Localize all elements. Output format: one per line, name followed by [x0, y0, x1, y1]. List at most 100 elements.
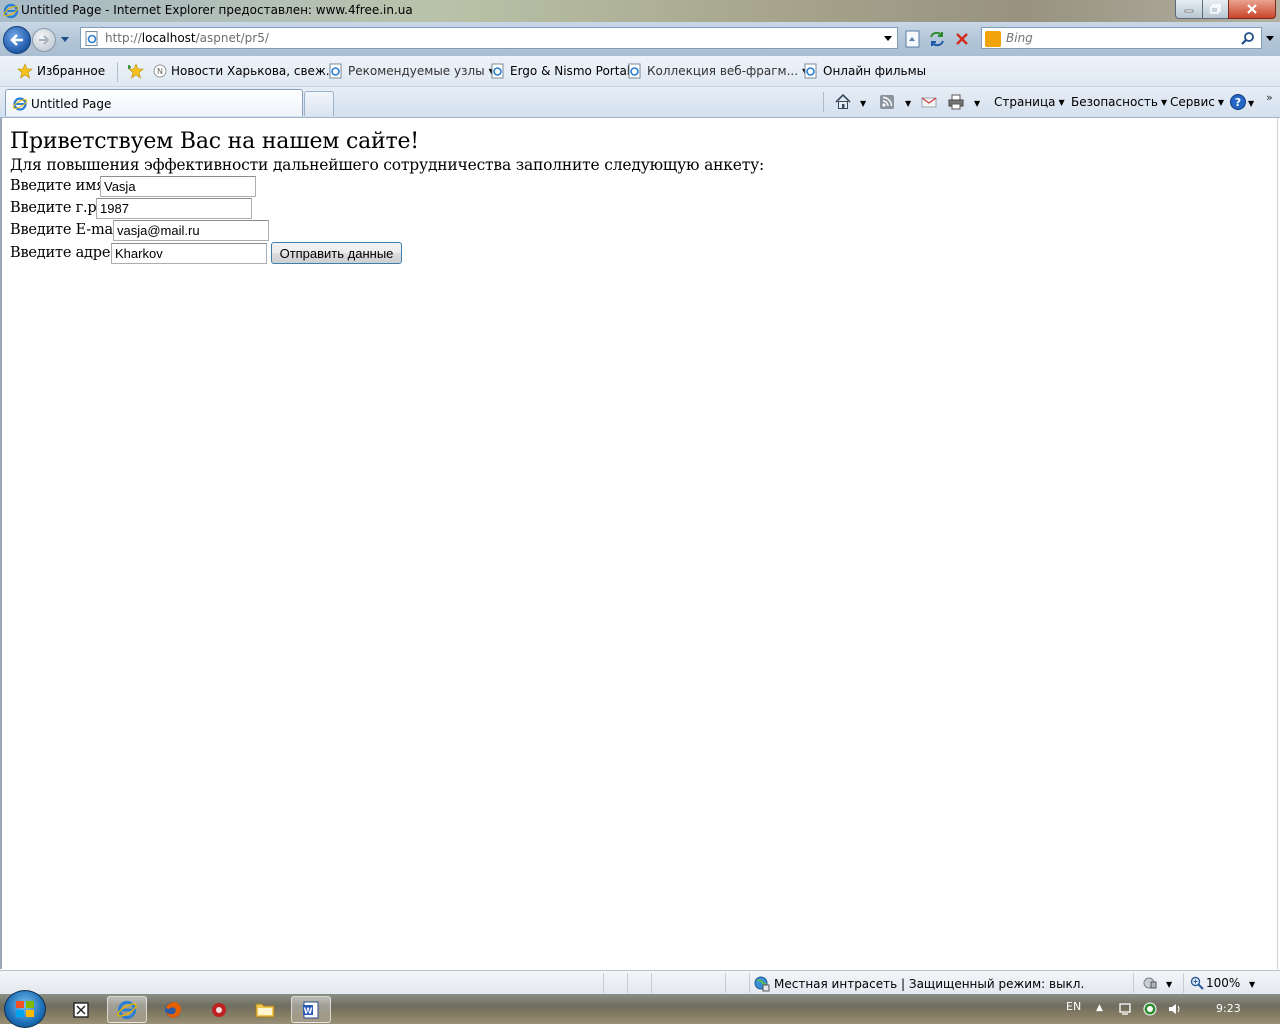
form-row-address: Введите адрес [10, 243, 267, 264]
search-input[interactable] [1006, 30, 1226, 46]
name-label: Введите имя [10, 178, 106, 194]
status-separator [749, 973, 750, 993]
intranet-globe-icon [754, 976, 770, 992]
page-ie-icon [491, 63, 504, 79]
address-dropdown-icon[interactable] [882, 32, 894, 44]
fav-link-web-slice-gallery[interactable]: Коллекция веб-фрагм... ▼ [627, 63, 808, 79]
window-title: Untitled Page - Internet Explorer предос… [21, 3, 413, 17]
ie-logo-icon [3, 3, 19, 19]
tab-bar: Untitled Page ▼ ▼ ▼ Страница ▼ Безопаснос… [0, 87, 1280, 118]
new-tab-button[interactable] [304, 91, 334, 116]
name-input[interactable] [100, 176, 256, 197]
history-dropdown-icon[interactable] [58, 32, 72, 46]
zoom-magnifier-icon [1190, 976, 1204, 990]
security-zone[interactable]: Местная интрасеть | Защищенный режим: вы… [754, 976, 1084, 992]
windows-taskbar: W EN ▲ 9:23 [0, 990, 1280, 1028]
form-row-email: Введите E-mail [10, 220, 269, 241]
tab-untitled-page[interactable]: Untitled Page [5, 89, 303, 116]
favorites-star-icon [17, 63, 33, 79]
email-input[interactable] [113, 220, 269, 241]
help-dropdown-icon[interactable]: ▼ [1248, 99, 1254, 108]
start-button[interactable] [4, 990, 46, 1028]
taskbar-internet-explorer[interactable] [107, 996, 147, 1023]
favorites-separator [117, 62, 118, 82]
word-document-icon: W [303, 1001, 319, 1018]
forward-button[interactable] [32, 28, 56, 52]
desktop-switcher-icon [73, 1001, 89, 1018]
ie-logo-icon [12, 97, 28, 111]
maximize-button[interactable] [1202, 0, 1229, 19]
taskbar-show-desktop[interactable] [61, 996, 101, 1023]
zoom-dropdown-icon[interactable]: ▼ [1249, 980, 1255, 989]
windows-logo-icon [16, 1001, 34, 1017]
chevron-down-icon: ▼ [1160, 97, 1168, 107]
birth-year-input[interactable] [96, 198, 252, 219]
search-box[interactable] [981, 27, 1262, 49]
firefox-logo-icon [165, 1001, 181, 1018]
taskbar-word[interactable]: W [291, 996, 331, 1023]
back-button[interactable] [3, 26, 31, 54]
input-language[interactable]: EN [1066, 1000, 1081, 1013]
page-intro: Для повышения эффективности дальнейшего … [10, 156, 765, 174]
compatibility-view-icon[interactable] [903, 29, 923, 49]
network-status-icon[interactable] [1143, 1002, 1157, 1016]
address-url[interactable]: http://localhost/aspnet/pr5/ [105, 31, 269, 45]
print-icon[interactable] [947, 93, 965, 111]
home-dropdown-icon[interactable]: ▼ [860, 99, 866, 108]
fav-link-online-movies[interactable]: Онлайн фильмы [803, 63, 926, 79]
security-menu[interactable]: Безопасность ▼ [1071, 93, 1167, 111]
taskbar-media-app[interactable] [199, 996, 239, 1023]
address-input[interactable] [111, 243, 267, 264]
svg-text:N: N [157, 67, 163, 76]
fav-link-suggested-sites[interactable]: Рекомендуемые узлы ▼ [328, 63, 495, 79]
email-label: Введите E-mail [10, 222, 122, 238]
protected-mode-dropdown-icon[interactable]: ▼ [1166, 980, 1172, 989]
status-separator [651, 973, 652, 993]
help-icon[interactable]: ? [1229, 93, 1247, 111]
favorites-button[interactable]: Избранное [17, 63, 105, 79]
form-row-birth-year: Введите г.р. [10, 198, 252, 219]
close-button[interactable] [1228, 0, 1276, 19]
page-content: Приветствуем Вас на нашем сайте! Для пов… [0, 118, 1278, 969]
minimize-button[interactable] [1175, 0, 1203, 19]
add-to-favorites-button[interactable] [128, 63, 148, 79]
tray-expand-icon[interactable]: ▲ [1096, 1003, 1110, 1017]
minimize-icon [1184, 9, 1194, 13]
protected-mode-icon[interactable] [1142, 976, 1158, 990]
system-clock[interactable]: 9:23 [1216, 1002, 1241, 1015]
page-ie-icon [804, 63, 817, 79]
stop-icon[interactable] [952, 29, 972, 49]
feeds-dropdown-icon[interactable]: ▼ [905, 99, 911, 108]
rss-feed-icon[interactable] [878, 93, 896, 111]
site-favicon-icon: N [153, 64, 167, 78]
fav-link-ergo-nismo[interactable]: Ergo & Nismo Portal [490, 63, 630, 79]
back-arrow-icon [10, 34, 23, 46]
print-dropdown-icon[interactable]: ▼ [974, 99, 980, 108]
search-icon[interactable] [1240, 31, 1255, 46]
taskbar-explorer[interactable] [245, 996, 285, 1023]
address-bar[interactable]: http://localhost/aspnet/pr5/ [80, 27, 898, 49]
close-icon [1247, 4, 1257, 14]
bing-logo-icon [985, 31, 1001, 47]
navigation-bar: http://localhost/aspnet/pr5/ [0, 22, 1280, 56]
toolbar-overflow-icon[interactable]: » [1266, 91, 1273, 104]
home-icon[interactable] [834, 93, 852, 111]
submit-button[interactable]: Отправить данные [271, 242, 402, 264]
page-ie-icon [329, 63, 342, 79]
volume-icon[interactable] [1167, 1002, 1181, 1016]
command-separator [823, 92, 824, 112]
folder-icon [255, 1003, 275, 1017]
fav-link-news-kharkov[interactable]: N Новости Харькова, свеж... [153, 63, 337, 79]
action-center-icon[interactable] [1118, 1002, 1132, 1016]
media-player-icon [212, 1002, 226, 1017]
status-separator [725, 973, 726, 993]
search-options-dropdown-icon[interactable] [1265, 33, 1275, 43]
forward-arrow-icon [39, 35, 50, 45]
tools-menu[interactable]: Сервис ▼ [1170, 93, 1224, 111]
page-ie-icon [85, 31, 98, 46]
zoom-level[interactable]: 100% [1190, 976, 1240, 990]
read-mail-icon[interactable] [920, 93, 938, 111]
refresh-icon[interactable] [927, 29, 947, 49]
page-menu[interactable]: Страница ▼ [994, 93, 1065, 111]
taskbar-firefox[interactable] [153, 996, 193, 1023]
